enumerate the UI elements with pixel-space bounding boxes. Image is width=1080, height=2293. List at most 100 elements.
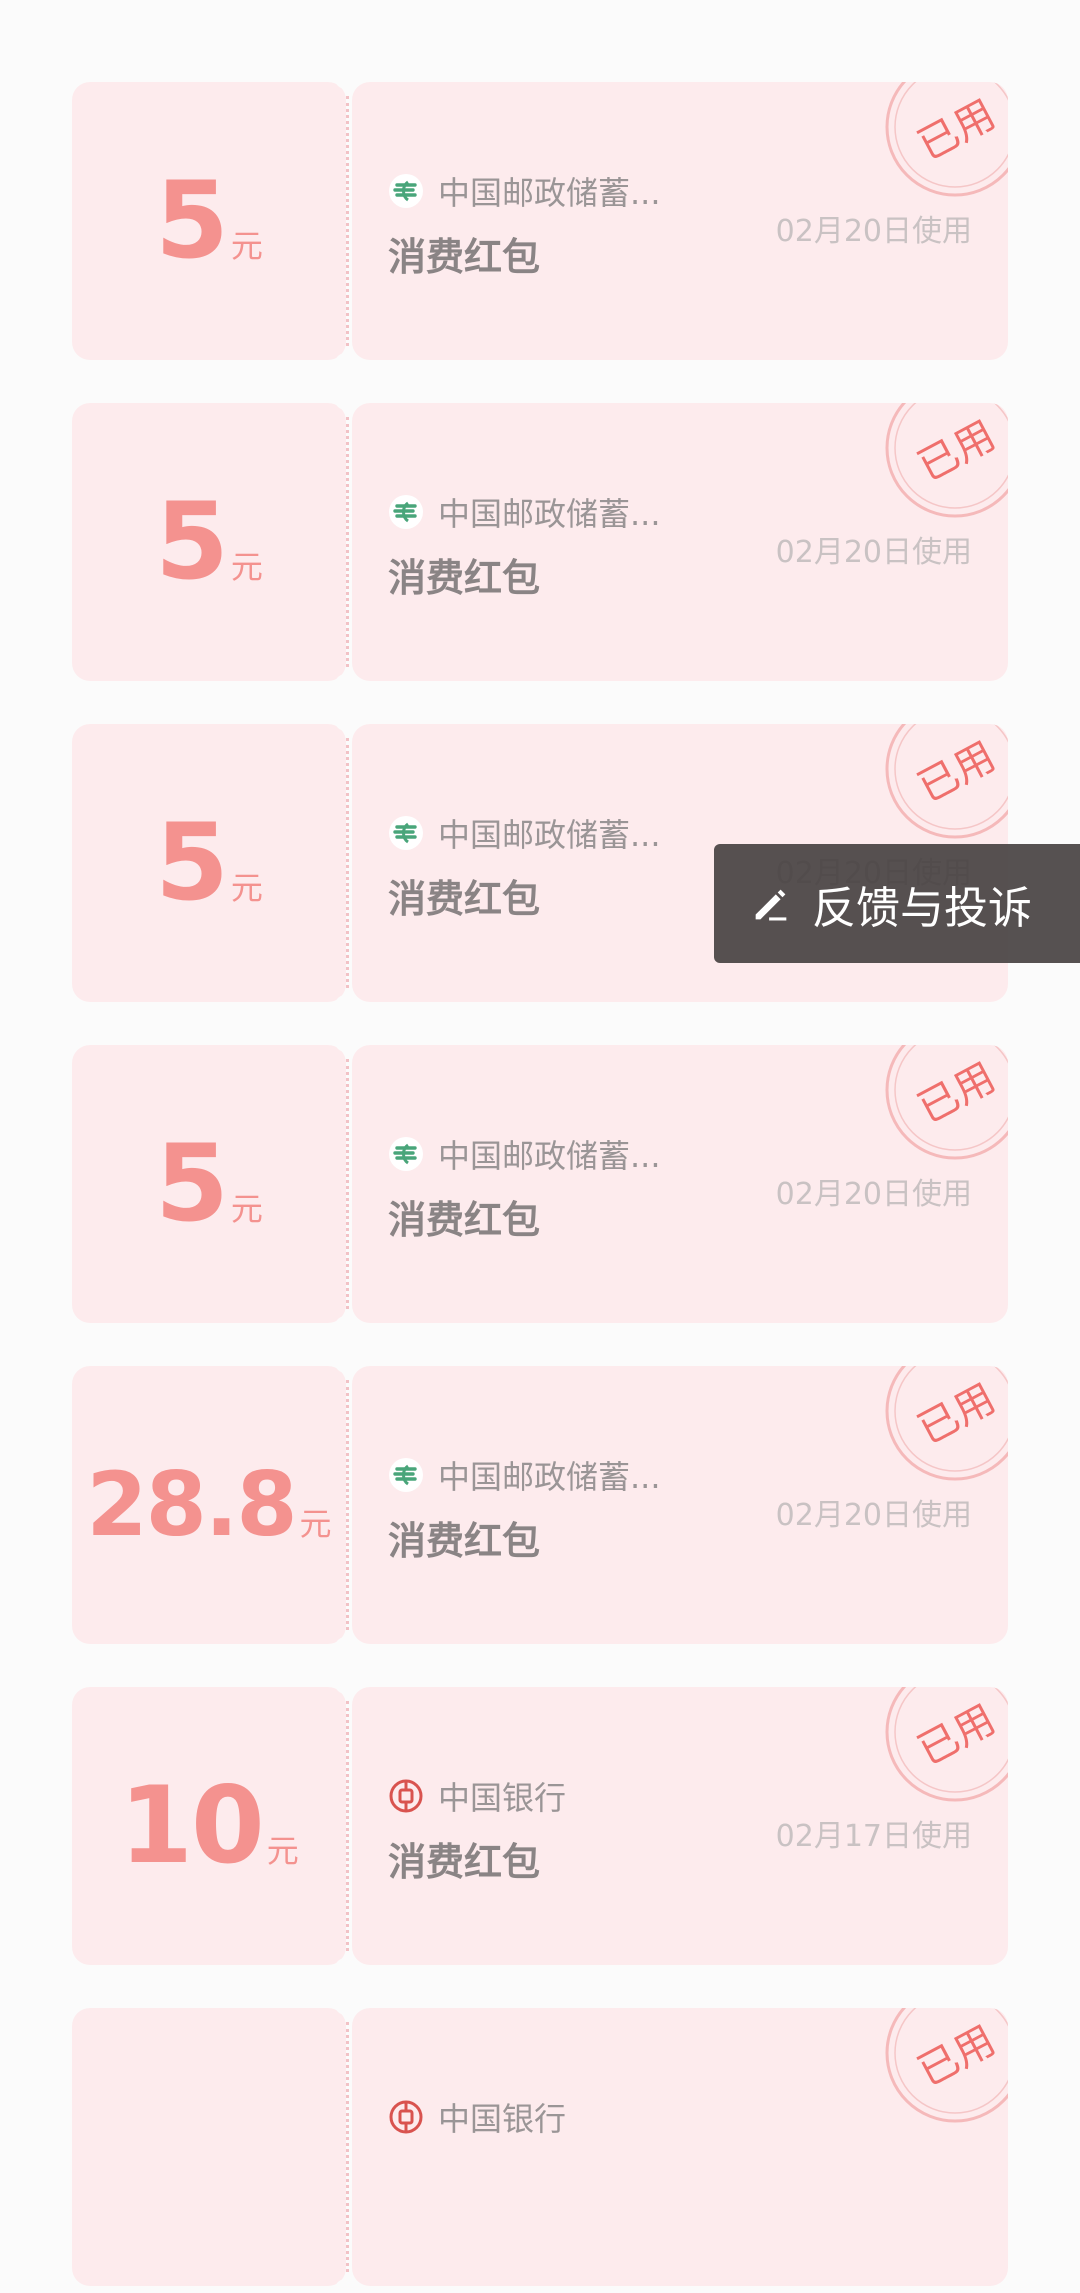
perforation-divider	[346, 1701, 349, 1951]
postal-savings-icon	[389, 816, 423, 850]
perforation-divider	[346, 1059, 349, 1309]
amount-value: 5	[155, 801, 229, 924]
amount-value: 28.8	[86, 1453, 297, 1556]
notch-bottom	[336, 1958, 358, 1972]
postal-savings-icon	[389, 174, 423, 208]
bank-row: 中国邮政储蓄...	[388, 1131, 661, 1177]
coupon-amount: 5元	[155, 489, 263, 595]
used-stamp-icon: 已用	[885, 1045, 1008, 1160]
used-date: 02月20日使用	[775, 214, 972, 249]
coupon-title: 消费红包	[388, 1198, 541, 1242]
coupon-card[interactable]: 28.8 元 中国邮政储蓄... 消费红包 02月20日使用 已用	[72, 1359, 1008, 1651]
coupon-body: 中国邮政储蓄... 消费红包 02月20日使用 已用	[352, 403, 1008, 681]
amount-value: 5	[155, 1122, 229, 1245]
bank-row: 中国邮政储蓄...	[388, 1452, 661, 1498]
coupon-title: 消费红包	[388, 556, 541, 600]
notch-bottom	[336, 995, 358, 1009]
notch-top	[336, 1038, 358, 1052]
notch-bottom	[336, 353, 358, 367]
notch-bottom	[336, 674, 358, 688]
coupon-body: 中国邮政储蓄... 消费红包 02月20日使用 已用	[352, 1366, 1008, 1644]
used-stamp-icon: 已用	[885, 724, 1008, 839]
notch-top	[336, 396, 358, 410]
notch-bottom	[336, 1637, 358, 1651]
perforation-divider	[346, 96, 349, 346]
bank-name: 中国邮政储蓄...	[438, 1137, 661, 1175]
coupon-amount: 5元	[155, 810, 263, 916]
used-date: 02月17日使用	[775, 1819, 972, 1854]
bank-of-china-icon	[389, 2100, 423, 2134]
coupon-card[interactable]: 中国银行 已用	[72, 2001, 1008, 2293]
perforation-divider	[346, 417, 349, 667]
amount-value: 10	[119, 1764, 265, 1887]
notch-top	[336, 2001, 358, 2015]
coupon-body: 中国银行 已用	[352, 2008, 1008, 2286]
feedback-label: 反馈与投诉	[812, 882, 1032, 934]
coupon-title: 消费红包	[388, 235, 541, 279]
coupon-amount: 5元	[155, 168, 263, 274]
coupon-amount: 5元	[155, 1131, 263, 1237]
used-stamp-icon: 已用	[885, 403, 1008, 518]
used-stamp-icon: 已用	[885, 1366, 1008, 1481]
used-stamp-label: 已用	[911, 1375, 1003, 1453]
edit-pen-icon	[755, 889, 787, 920]
coupon-card[interactable]: 5元 中国邮政储蓄... 消费红包 02月20日使用 已用	[72, 396, 1008, 688]
coupon-card[interactable]: 5元 中国邮政储蓄... 消费红包 02月20日使用 已用	[72, 1038, 1008, 1330]
used-date: 02月20日使用	[775, 535, 972, 570]
notch-top	[336, 1680, 358, 1694]
coupon-title: 消费红包	[388, 1519, 541, 1563]
perforation-divider	[346, 1380, 349, 1630]
postal-savings-icon	[389, 1137, 423, 1171]
notch-top	[336, 717, 358, 731]
bank-name: 中国银行	[438, 1779, 567, 1817]
bank-row: 中国邮政储蓄...	[388, 810, 661, 856]
perforation-divider	[346, 2022, 349, 2272]
amount-value: 5	[155, 159, 229, 282]
used-stamp-label: 已用	[911, 733, 1003, 811]
notch-top	[336, 75, 358, 89]
amount-unit: 元	[230, 227, 263, 265]
coupon-stub: 10 元	[72, 1687, 346, 1965]
bank-row: 中国银行	[388, 2094, 566, 2140]
bank-name: 中国邮政储蓄...	[438, 816, 661, 854]
bank-row: 中国邮政储蓄...	[388, 489, 661, 535]
used-stamp-label: 已用	[911, 91, 1003, 169]
coupon-stub	[72, 2008, 346, 2286]
used-stamp-label: 已用	[911, 1696, 1003, 1774]
coupon-amount: 28.8 元	[86, 1461, 331, 1549]
amount-value: 5	[155, 480, 229, 603]
amount-unit: 元	[230, 869, 263, 907]
feedback-button[interactable]: 反馈与投诉	[714, 844, 1080, 963]
bank-name: 中国邮政储蓄...	[438, 174, 661, 212]
coupon-stub: 5元	[72, 82, 346, 360]
used-stamp-icon: 已用	[885, 82, 1008, 197]
coupon-card[interactable]: 10 元 中国银行消费红包 02月17日使用 已用	[72, 1680, 1008, 1972]
coupon-title: 消费红包	[388, 1840, 541, 1884]
coupon-list: 5 元中国邮政储蓄... 消费红包 02月20日使用 已用 5 元中国邮政储蓄... 消费红包…	[0, 0, 1080, 2293]
bank-name: 中国银行	[438, 2100, 567, 2138]
used-date: 02月20日使用	[775, 1177, 972, 1212]
bank-of-china-icon	[389, 1779, 423, 1813]
coupon-stub: 28.8 元	[72, 1366, 346, 1644]
used-stamp-label: 已用	[911, 1054, 1003, 1132]
notch-bottom	[336, 1316, 358, 1330]
amount-unit: 元	[299, 1505, 332, 1543]
postal-savings-icon	[389, 1458, 423, 1492]
notch-bottom	[336, 2279, 358, 2293]
postal-savings-icon	[389, 495, 423, 529]
coupon-stub: 5元	[72, 724, 346, 1002]
used-stamp-icon: 已用	[885, 1687, 1008, 1802]
coupon-stub: 5元	[72, 1045, 346, 1323]
coupon-stub: 5元	[72, 403, 346, 681]
used-stamp-icon: 已用	[885, 2008, 1008, 2123]
coupon-card[interactable]: 5元 中国邮政储蓄... 消费红包 02月20日使用 已用	[72, 75, 1008, 367]
coupon-title: 消费红包	[388, 877, 541, 921]
bank-name: 中国邮政储蓄...	[438, 1458, 661, 1496]
used-date: 02月20日使用	[775, 1498, 972, 1533]
bank-name: 中国邮政储蓄...	[438, 495, 661, 533]
coupon-body: 中国银行消费红包 02月17日使用 已用	[352, 1687, 1008, 1965]
amount-unit: 元	[230, 1190, 263, 1228]
amount-unit: 元	[230, 548, 263, 586]
coupon-amount: 10 元	[119, 1773, 299, 1879]
coupon-body: 中国邮政储蓄... 消费红包 02月20日使用 已用	[352, 1045, 1008, 1323]
